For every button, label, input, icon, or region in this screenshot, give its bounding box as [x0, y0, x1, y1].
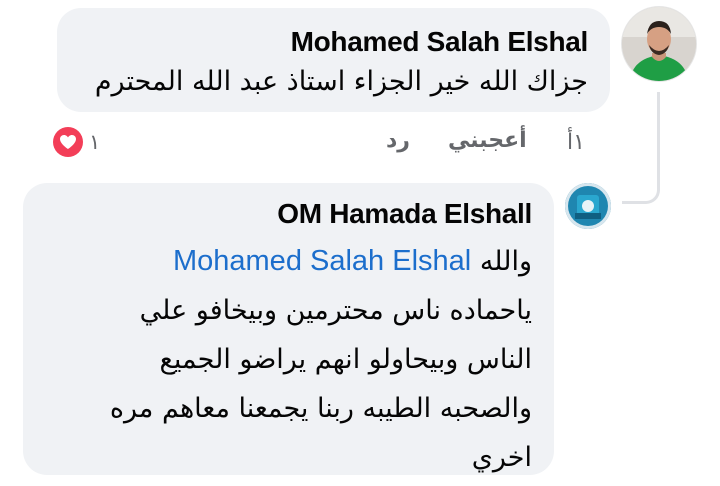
reply-line: ياحماده ناس محترمين وبيخافو علي: [139, 295, 532, 326]
reply-line-text: والله: [479, 246, 532, 277]
thread-connector: [622, 92, 660, 204]
reaction-count: ١: [89, 130, 101, 154]
commenter-avatar[interactable]: [622, 7, 696, 81]
reply-line: اخري: [471, 442, 532, 473]
reply-line: الناس وبيحاولو انهم يراضو الجميع: [159, 344, 532, 375]
comment-author-name[interactable]: Mohamed Salah Elshal: [291, 26, 589, 58]
comment-bubble: Mohamed Salah Elshal جزاك الله خير الجزا…: [57, 8, 610, 112]
heart-icon: [53, 127, 83, 157]
comment-text: جزاك الله خير الجزاء استاذ عبد الله المح…: [94, 66, 588, 97]
reply-author-avatar[interactable]: [565, 183, 611, 229]
reply-author-name[interactable]: OM Hamada Elshall: [277, 198, 532, 230]
reply-bubble: OM Hamada Elshall والله Mohamed Salah El…: [23, 183, 554, 475]
like-button[interactable]: أعجبني: [448, 128, 527, 153]
comment-timestamp[interactable]: ١أ: [567, 130, 585, 155]
reply-line: والله Mohamed Salah Elshal: [42, 237, 532, 286]
reply-button[interactable]: رد: [386, 128, 410, 153]
reply-text: والله Mohamed Salah Elshal ياحماده ناس م…: [42, 237, 532, 482]
avatar-photo: [565, 183, 611, 229]
mention-link[interactable]: Mohamed Salah Elshal: [173, 245, 471, 277]
reply-line: والصحبه الطيبه ربنا يجمعنا معاهم مره: [109, 393, 532, 424]
avatar-photo: [622, 7, 696, 81]
reaction-summary[interactable]: ١: [53, 126, 100, 158]
